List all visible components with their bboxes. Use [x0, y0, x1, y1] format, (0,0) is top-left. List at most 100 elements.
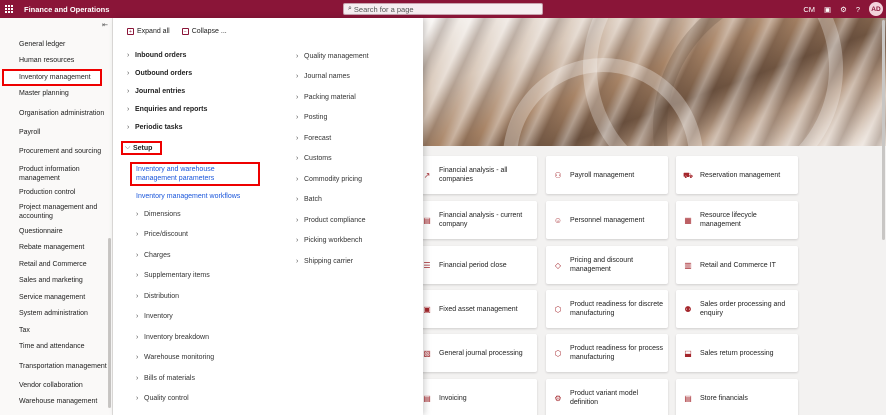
sidebar-item-tax[interactable]: Tax	[0, 322, 110, 339]
sidebar-item-payroll[interactable]: Payroll	[0, 124, 110, 141]
setup-subgroup-charges[interactable]: › Charges	[127, 245, 277, 266]
setup-group[interactable]: ⌵ Setup	[121, 141, 163, 156]
tile-product-readiness-for-process-manufacturing[interactable]: ⬡ Product readiness for process manufactu…	[546, 334, 668, 372]
inventory-parameters-link[interactable]: Inventory and warehouse management param…	[136, 165, 254, 183]
search-input[interactable]: ⌕ Search for a page	[343, 3, 543, 15]
setup-subgroup-distribution[interactable]: › Distribution	[127, 286, 277, 307]
menu-group-label: Commodity pricing	[304, 175, 362, 183]
tile-label: Product readiness for discrete manufactu…	[570, 301, 663, 317]
tile-label: Reservation management	[700, 171, 781, 179]
menu-group-product-compliance[interactable]: › Product compliance	[296, 210, 416, 231]
collapse-button[interactable]: − Collapse ...	[181, 28, 227, 35]
sidebar-item-transportation-management[interactable]: Transportation management	[0, 355, 110, 377]
sidebar-item-organisation-administration[interactable]: Organisation administration	[0, 102, 110, 124]
tile-product-variant-model-definition[interactable]: ⚙ Product variant model definition	[546, 379, 668, 415]
menu-group-batch[interactable]: › Batch	[296, 190, 416, 211]
menu-group-customs[interactable]: › Customs	[296, 149, 416, 170]
collapse-icon: −	[181, 28, 189, 35]
tile-personnel-management[interactable]: ☺ Personnel management	[546, 201, 668, 239]
subgroup-label: Bills of materials	[144, 374, 195, 382]
tile-reservation-management[interactable]: ⛟ Reservation management	[676, 156, 798, 194]
page-scrollbar[interactable]	[882, 20, 885, 240]
module-list: General ledger Human resources Inventory m…	[0, 36, 110, 410]
settings-icon[interactable]: ⚙	[840, 5, 847, 14]
sidebar-item-warehouse-management[interactable]: Warehouse management	[0, 394, 110, 411]
sidebar-item-inventory-management[interactable]: Inventory management	[2, 69, 102, 86]
menu-group-inbound-orders[interactable]: › Inbound orders	[127, 46, 277, 64]
expand-all-button[interactable]: + Expand all	[127, 28, 170, 35]
tile-resource-lifecycle-management[interactable]: ▦ Resource lifecycle management	[676, 201, 798, 239]
sidebar-item-product-information-management[interactable]: Product information management	[0, 163, 110, 185]
tile-label: Sales return processing	[700, 349, 774, 357]
menu-group-outbound-orders[interactable]: › Outbound orders	[127, 64, 277, 82]
menu-group-forecast[interactable]: › Forecast	[296, 128, 416, 149]
tile-invoicing[interactable]: ▤ Invoicing	[415, 379, 537, 415]
tile-label: General journal processing	[439, 349, 523, 357]
chevron-right-icon: ›	[127, 69, 130, 77]
sidebar-item-vendor-collaboration[interactable]: Vendor collaboration	[0, 377, 110, 394]
tile-retail-and-commerce-it[interactable]: ▥ Retail and Commerce IT	[676, 246, 798, 284]
sidebar-item-sales-and-marketing[interactable]: Sales and marketing	[0, 273, 110, 290]
inventory-workflows-link[interactable]: Inventory management workflows	[136, 192, 277, 201]
tile-pricing-and-discount-management[interactable]: ◇ Pricing and discount management	[546, 246, 668, 284]
sidebar-item-system-administration[interactable]: System administration	[0, 306, 110, 323]
sidebar-item-retail-and-commerce[interactable]: Retail and Commerce	[0, 256, 110, 273]
sidebar-item-questionnaire[interactable]: Questionnaire	[0, 223, 110, 240]
tile-payroll-management[interactable]: ⚇ Payroll management	[546, 156, 668, 194]
app-title[interactable]: Finance and Operations	[24, 5, 109, 14]
setup-subgroup-warehouse-monitoring[interactable]: › Warehouse monitoring	[127, 348, 277, 369]
tile-sales-order-processing-and-enquiry[interactable]: ⚉ Sales order processing and enquiry	[676, 290, 798, 328]
tile-fixed-asset-management[interactable]: ▣ Fixed asset management	[415, 290, 537, 328]
sidebar-item-time-and-attendance[interactable]: Time and attendance	[0, 339, 110, 356]
setup-subgroup-inventory[interactable]: › Inventory	[127, 307, 277, 328]
subgroup-label: Price/discount	[144, 231, 188, 239]
app-launcher-icon[interactable]	[0, 0, 18, 18]
tile-store-financials[interactable]: ▤ Store financials	[676, 379, 798, 415]
menu-group-journal-names[interactable]: › Journal names	[296, 67, 416, 88]
menu-group-commodity-pricing[interactable]: › Commodity pricing	[296, 169, 416, 190]
chat-icon[interactable]: ▣	[824, 5, 831, 14]
collapse-label: Collapse ...	[191, 28, 227, 35]
sidebar-item-procurement-and-sourcing[interactable]: Procurement and sourcing	[0, 141, 110, 163]
tile-label: Invoicing	[439, 394, 467, 402]
avatar[interactable]: AD	[869, 2, 883, 16]
setup-subgroup-price-discount[interactable]: › Price/discount	[127, 225, 277, 246]
tile-sales-return-processing[interactable]: ⬓ Sales return processing	[676, 334, 798, 372]
tile-product-readiness-for-discrete-manufacturing[interactable]: ⬡ Product readiness for discrete manufact…	[546, 290, 668, 328]
nav-scrollbar[interactable]	[108, 238, 111, 408]
product-icon: ⬡	[554, 304, 562, 314]
chevron-right-icon: ›	[296, 134, 299, 142]
setup-subgroup-quality-control[interactable]: › Quality control	[127, 389, 277, 410]
sidebar-item-project-management-and-accounting[interactable]: Project management and accounting	[0, 201, 110, 223]
menu-group-enquiries-and-reports[interactable]: › Enquiries and reports	[127, 101, 277, 119]
module-flyout: + Expand all − Collapse ... › Inbound ord…	[113, 18, 423, 415]
tile-financial-analysis-all-companies[interactable]: ↗ Financial analysis - all companies	[415, 156, 537, 194]
help-icon[interactable]: ?	[856, 5, 860, 14]
menu-group-journal-entries[interactable]: › Journal entries	[127, 82, 277, 100]
sidebar-item-human-resources[interactable]: Human resources	[0, 53, 110, 70]
setup-subgroup-inventory-breakdown[interactable]: › Inventory breakdown	[127, 327, 277, 348]
setup-subgroup-supplementary-items[interactable]: › Supplementary items	[127, 266, 277, 287]
tile-financial-analysis-current-company[interactable]: ▤ Financial analysis - current company	[415, 201, 537, 239]
sidebar-item-master-planning[interactable]: Master planning	[0, 86, 110, 103]
menu-group-label: Enquiries and reports	[135, 106, 208, 114]
company-picker[interactable]: CM	[803, 5, 815, 14]
setup-subgroup-dimensions[interactable]: › Dimensions	[127, 204, 277, 225]
sidebar-item-production-control[interactable]: Production control	[0, 185, 110, 202]
menu-group-periodic-tasks[interactable]: › Periodic tasks	[127, 119, 277, 137]
setup-subgroup-bills-of-materials[interactable]: › Bills of materials	[127, 368, 277, 389]
chevron-right-icon: ›	[136, 395, 139, 403]
menu-group-shipping-carrier[interactable]: › Shipping carrier	[296, 251, 416, 272]
sidebar-item-service-management[interactable]: Service management	[0, 289, 110, 306]
menu-group-quality-management[interactable]: › Quality management	[296, 46, 416, 67]
tile-financial-period-close[interactable]: ☰ Financial period close	[415, 246, 537, 284]
menu-group-picking-workbench[interactable]: › Picking workbench	[296, 231, 416, 252]
tile-general-journal-processing[interactable]: ▧ General journal processing	[415, 334, 537, 372]
chevron-right-icon: ›	[136, 210, 139, 218]
collapse-nav-icon[interactable]: ⇤	[102, 21, 108, 29]
menu-group-packing-material[interactable]: › Packing material	[296, 87, 416, 108]
chevron-right-icon: ›	[296, 52, 299, 60]
menu-group-posting[interactable]: › Posting	[296, 108, 416, 129]
sidebar-item-rebate-management[interactable]: Rebate management	[0, 240, 110, 257]
sidebar-item-general-ledger[interactable]: General ledger	[0, 36, 110, 53]
